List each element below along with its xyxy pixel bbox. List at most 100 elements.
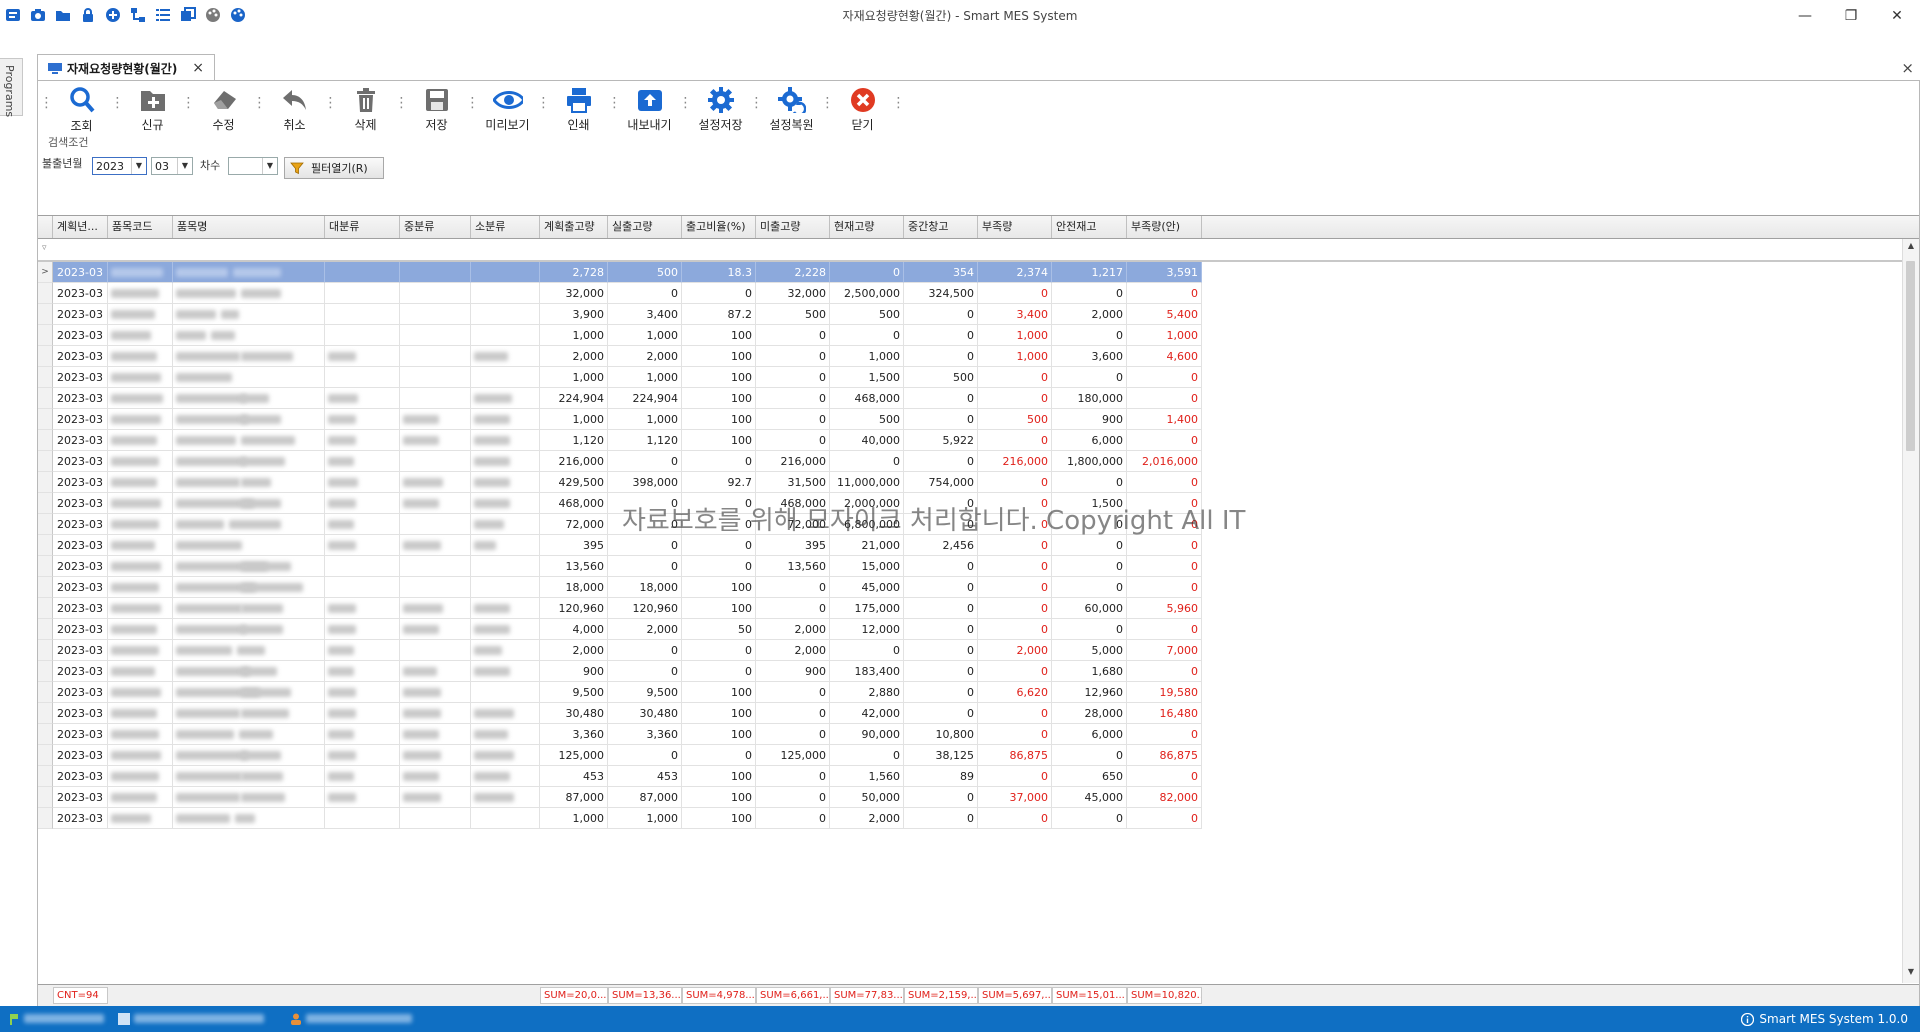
cell-value[interactable]: 100: [682, 703, 756, 724]
cell-value[interactable]: 0: [1127, 283, 1202, 304]
cell-value[interactable]: 180,000: [1052, 388, 1127, 409]
row-header[interactable]: [38, 493, 53, 514]
cell-value[interactable]: 0: [904, 556, 978, 577]
cell-value[interactable]: 6,000: [1052, 430, 1127, 451]
cell-value[interactable]: 1,400: [1127, 409, 1202, 430]
cell-value[interactable]: 0: [1052, 619, 1127, 640]
cell-value[interactable]: 1,000: [540, 808, 608, 829]
cell-value[interactable]: 4,000: [540, 619, 608, 640]
cell-value[interactable]: 3,600: [1052, 346, 1127, 367]
cell-value[interactable]: 395: [756, 535, 830, 556]
cell-value[interactable]: 216,000: [978, 451, 1052, 472]
row-header[interactable]: [38, 304, 53, 325]
column-header[interactable]: 출고비율(%): [682, 216, 756, 238]
table-row[interactable]: 2023-03 87,000 87,000 100 0 50,000 0 37,000 45,0…: [38, 787, 1238, 808]
cell-value[interactable]: 3,360: [608, 724, 682, 745]
vertical-scrollbar[interactable]: ▲ ▼: [1902, 239, 1919, 983]
cell-value[interactable]: 175,000: [830, 598, 904, 619]
cell-plan-month[interactable]: 2023-03: [53, 724, 108, 745]
cell-value[interactable]: 1,000: [608, 325, 682, 346]
cell-value[interactable]: 0: [756, 703, 830, 724]
cell-value[interactable]: 18,000: [608, 577, 682, 598]
cell-value[interactable]: 0: [978, 388, 1052, 409]
column-header[interactable]: 부족량: [978, 216, 1052, 238]
cell-value[interactable]: 2,500,000: [830, 283, 904, 304]
cell-redacted[interactable]: [471, 367, 540, 388]
cell-value[interactable]: 0: [608, 640, 682, 661]
document-tab[interactable]: 자재요청량현황(월간) ×: [37, 54, 215, 81]
year-select[interactable]: 2023 ▼: [92, 157, 147, 175]
cell-value[interactable]: 100: [682, 808, 756, 829]
auto-filter-row[interactable]: ▿: [38, 239, 1919, 262]
table-row[interactable]: 2023-03 9,500 9,500 100 0 2,880 0 6,620 12,960 19…: [38, 682, 1238, 703]
restore-button[interactable]: ❐: [1828, 0, 1874, 32]
row-header[interactable]: [38, 703, 53, 724]
cell-value[interactable]: 0: [608, 283, 682, 304]
cell-value[interactable]: 2,000,000: [830, 493, 904, 514]
cell-value[interactable]: 18,000: [540, 577, 608, 598]
cell-value[interactable]: 0: [1127, 808, 1202, 829]
column-header[interactable]: 계획출고량: [540, 216, 608, 238]
cell-value[interactable]: 1,000: [830, 346, 904, 367]
cell-value[interactable]: 16,480: [1127, 703, 1202, 724]
cell-value[interactable]: 37,000: [978, 787, 1052, 808]
new-button[interactable]: 신규: [123, 81, 182, 133]
cell-value[interactable]: 82,000: [1127, 787, 1202, 808]
cell-value[interactable]: 0: [1052, 514, 1127, 535]
cell-value[interactable]: 2,000: [756, 640, 830, 661]
cell-value[interactable]: 92.7: [682, 472, 756, 493]
cell-value[interactable]: 0: [682, 535, 756, 556]
month-select[interactable]: 03 ▼: [151, 157, 193, 175]
cell-value[interactable]: 72,000: [540, 514, 608, 535]
cell-redacted[interactable]: [400, 283, 471, 304]
cell-value[interactable]: 1,000: [978, 346, 1052, 367]
row-header[interactable]: [38, 283, 53, 304]
cell-plan-month[interactable]: 2023-03: [53, 430, 108, 451]
table-row[interactable]: 2023-03 13,560 0 0 13,560 15,000 0 0 0 0: [38, 556, 1238, 577]
cell-value[interactable]: 395: [540, 535, 608, 556]
cell-value[interactable]: 1,000: [978, 325, 1052, 346]
cell-value[interactable]: 6,620: [978, 682, 1052, 703]
row-header[interactable]: [38, 640, 53, 661]
cell-value[interactable]: 0: [608, 745, 682, 766]
open-filter-button[interactable]: 필터열기(R): [284, 157, 384, 179]
row-header[interactable]: [38, 661, 53, 682]
cell-plan-month[interactable]: 2023-03: [53, 535, 108, 556]
cell-value[interactable]: 398,000: [608, 472, 682, 493]
cell-plan-month[interactable]: 2023-03: [53, 640, 108, 661]
cell-value[interactable]: 87,000: [540, 787, 608, 808]
cell-value[interactable]: 468,000: [756, 493, 830, 514]
cell-value[interactable]: 1,800,000: [1052, 451, 1127, 472]
cell-value[interactable]: 2,000: [608, 619, 682, 640]
cell-value[interactable]: 0: [978, 598, 1052, 619]
cell-value[interactable]: 0: [904, 304, 978, 325]
cell-plan-month[interactable]: 2023-03: [53, 283, 108, 304]
cell-value[interactable]: 9,500: [608, 682, 682, 703]
cell-value[interactable]: 216,000: [540, 451, 608, 472]
row-header[interactable]: [38, 619, 53, 640]
cell-value[interactable]: 1,120: [608, 430, 682, 451]
cell-value[interactable]: 0: [1052, 325, 1127, 346]
table-row[interactable]: 2023-03 1,000 1,000 100 0 1,500 500 0 0 0: [38, 367, 1238, 388]
table-row[interactable]: 2023-03 453 453 100 0 1,560 89 0 650 0: [38, 766, 1238, 787]
cell-value[interactable]: 183,400: [830, 661, 904, 682]
cell-value[interactable]: 0: [978, 430, 1052, 451]
cell-value[interactable]: 0: [904, 808, 978, 829]
cell-value[interactable]: 100: [682, 430, 756, 451]
cell-redacted[interactable]: [325, 367, 400, 388]
cell-value[interactable]: 0: [756, 577, 830, 598]
row-header[interactable]: [38, 451, 53, 472]
cell-plan-month[interactable]: 2023-03: [53, 304, 108, 325]
cell-value[interactable]: 100: [682, 388, 756, 409]
cell-value[interactable]: 900: [1052, 409, 1127, 430]
cell-value[interactable]: 0: [682, 556, 756, 577]
cell-value[interactable]: 2,000: [540, 640, 608, 661]
cell-value[interactable]: 0: [978, 367, 1052, 388]
cell-value[interactable]: 0: [756, 409, 830, 430]
cell-value[interactable]: 40,000: [830, 430, 904, 451]
cell-value[interactable]: 0: [682, 514, 756, 535]
cell-redacted[interactable]: [400, 808, 471, 829]
cell-redacted[interactable]: [400, 262, 471, 283]
cell-redacted[interactable]: [400, 640, 471, 661]
cell-value[interactable]: 18.3: [682, 262, 756, 283]
